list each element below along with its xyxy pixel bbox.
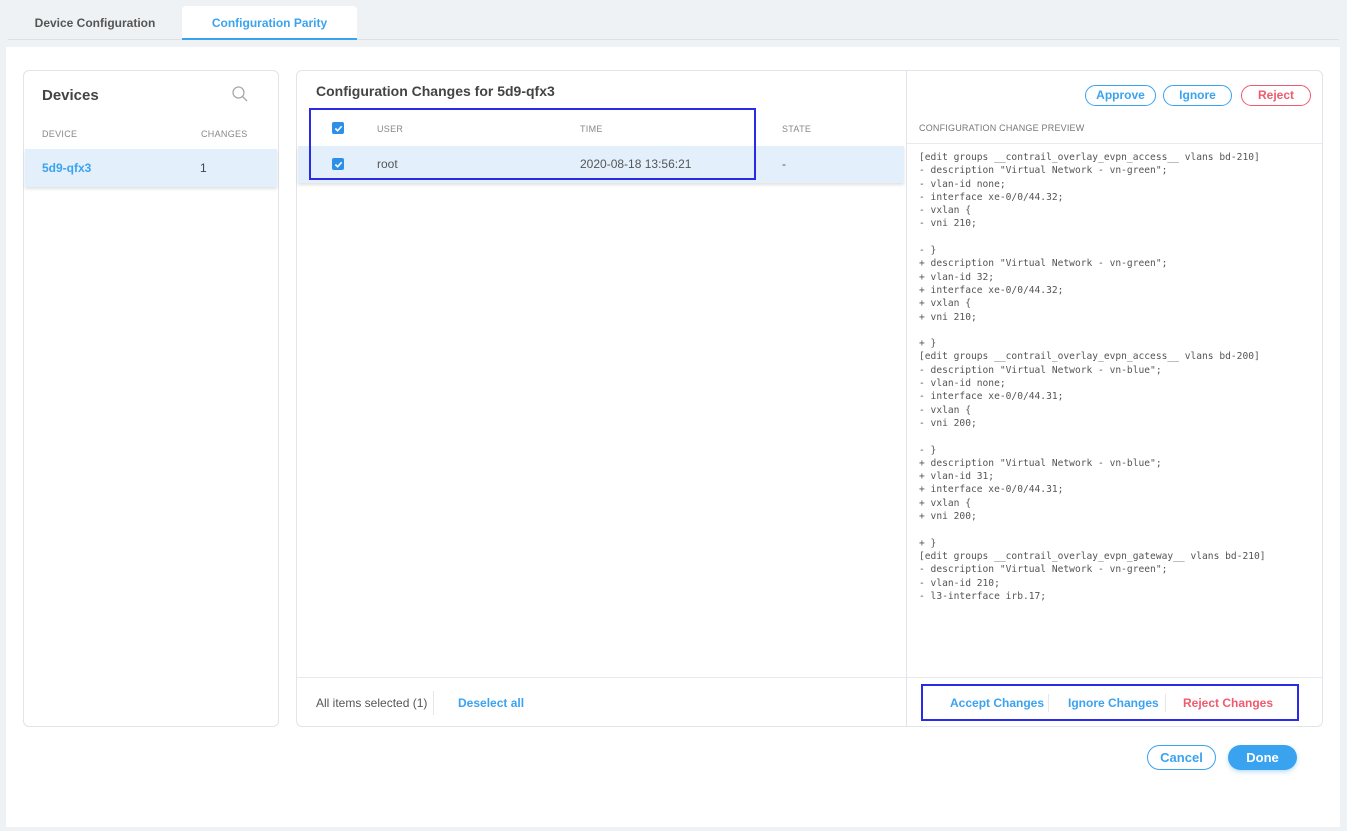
preview-line (919, 430, 1314, 443)
accept-changes-button[interactable]: Accept Changes (950, 696, 1044, 710)
devices-title: Devices (42, 87, 99, 104)
preview-line: - vxlan { (919, 404, 971, 416)
column-header-time[interactable]: TIME (580, 124, 603, 134)
preview-line: - interface xe-0/0/44.31; (919, 391, 1064, 403)
preview-line: [edit groups __contrail_overlay_evpn_gat… (919, 550, 1266, 562)
device-row[interactable]: 5d9-qfx3 1 (25, 149, 277, 187)
reject-button[interactable]: Reject (1241, 85, 1311, 106)
preview-line: + vlan-id 31; (919, 471, 995, 483)
panel-divider (906, 71, 907, 726)
preview-line: + vxlan { (919, 298, 971, 310)
preview-line: + interface xe-0/0/44.32; (919, 284, 1064, 296)
preview-line: [edit groups __contrail_overlay_evpn_acc… (919, 351, 1260, 363)
tab-configuration-parity[interactable]: Configuration Parity (182, 6, 357, 40)
preview-line: - vlan-id 210; (919, 577, 1000, 589)
preview-line: - } (919, 245, 937, 257)
changes-title: Configuration Changes for 5d9-qfx3 (316, 83, 555, 99)
preview-line: + vni 210; (919, 311, 977, 323)
device-name[interactable]: 5d9-qfx3 (42, 161, 91, 175)
action-separator (1048, 694, 1049, 712)
preview-line: - l3-interface irb.17; (919, 590, 1047, 602)
column-header-state[interactable]: STATE (782, 124, 811, 134)
column-header-changes[interactable]: CHANGES (201, 129, 248, 139)
preview-line: - vlan-id none; (919, 178, 1006, 190)
selection-status: All items selected (1) (316, 696, 428, 710)
preview-line: - } (919, 444, 937, 456)
change-user: root (377, 157, 398, 171)
preview-line: + interface xe-0/0/44.31; (919, 484, 1064, 496)
config-preview-text[interactable]: [edit groups __contrail_overlay_evpn_acc… (919, 151, 1314, 675)
preview-line: - description "Virtual Network - vn-blue… (919, 364, 1162, 376)
select-all-checkbox[interactable] (332, 122, 344, 134)
preview-line: - description "Virtual Network - vn-gree… (919, 165, 1168, 177)
done-button[interactable]: Done (1228, 745, 1297, 770)
preview-footer-divider (907, 677, 1322, 678)
devices-panel: Devices DEVICE CHANGES 5d9-qfx3 1 (23, 70, 279, 727)
deselect-all-link[interactable]: Deselect all (458, 696, 524, 710)
preview-line: + vni 200; (919, 511, 977, 523)
change-state: - (782, 157, 786, 171)
checkmark-icon (334, 125, 342, 132)
ignore-changes-button[interactable]: Ignore Changes (1068, 696, 1159, 710)
device-change-count: 1 (200, 161, 207, 175)
preview-line: + } (919, 537, 937, 549)
preview-line: - vni 200; (919, 417, 977, 429)
preview-line (919, 324, 1314, 337)
cancel-button[interactable]: Cancel (1147, 745, 1216, 770)
reject-changes-button[interactable]: Reject Changes (1183, 696, 1273, 710)
preview-line: - vlan-id none; (919, 378, 1006, 390)
approve-button[interactable]: Approve (1085, 85, 1156, 106)
preview-line: + vxlan { (919, 497, 971, 509)
footer-divider (297, 677, 906, 678)
tab-bar: Device Configuration Configuration Parit… (8, 0, 1339, 40)
preview-line: + description "Virtual Network - vn-gree… (919, 258, 1168, 270)
tab-device-configuration[interactable]: Device Configuration (8, 6, 182, 40)
change-actions-bar: Accept Changes Ignore Changes Reject Cha… (921, 684, 1299, 721)
preview-line (919, 231, 1314, 244)
ignore-button[interactable]: Ignore (1163, 85, 1232, 106)
preview-line: + } (919, 338, 937, 350)
preview-line (919, 523, 1314, 536)
checkmark-icon (334, 161, 342, 168)
preview-line: - interface xe-0/0/44.32; (919, 191, 1064, 203)
preview-line: + description "Virtual Network - vn-blue… (919, 457, 1162, 469)
change-time: 2020-08-18 13:56:21 (580, 157, 692, 171)
main-card: Devices DEVICE CHANGES 5d9-qfx3 1 Config… (6, 47, 1340, 827)
change-row[interactable]: root 2020-08-18 13:56:21 - (298, 146, 904, 183)
preview-line: + vlan-id 32; (919, 271, 995, 283)
preview-divider (907, 143, 1322, 144)
search-icon[interactable] (231, 85, 249, 103)
preview-line: [edit groups __contrail_overlay_evpn_acc… (919, 152, 1260, 163)
preview-label: CONFIGURATION CHANGE PREVIEW (919, 123, 1085, 133)
action-separator (1165, 694, 1166, 712)
footer-separator (433, 691, 434, 715)
column-header-user[interactable]: USER (377, 124, 403, 134)
preview-line: - vni 210; (919, 218, 977, 230)
column-header-device[interactable]: DEVICE (42, 129, 77, 139)
preview-line: - description "Virtual Network - vn-gree… (919, 564, 1168, 576)
preview-line: - vxlan { (919, 205, 971, 217)
configuration-changes-panel: Configuration Changes for 5d9-qfx3 USER … (296, 70, 1323, 727)
row-checkbox[interactable] (332, 158, 344, 170)
